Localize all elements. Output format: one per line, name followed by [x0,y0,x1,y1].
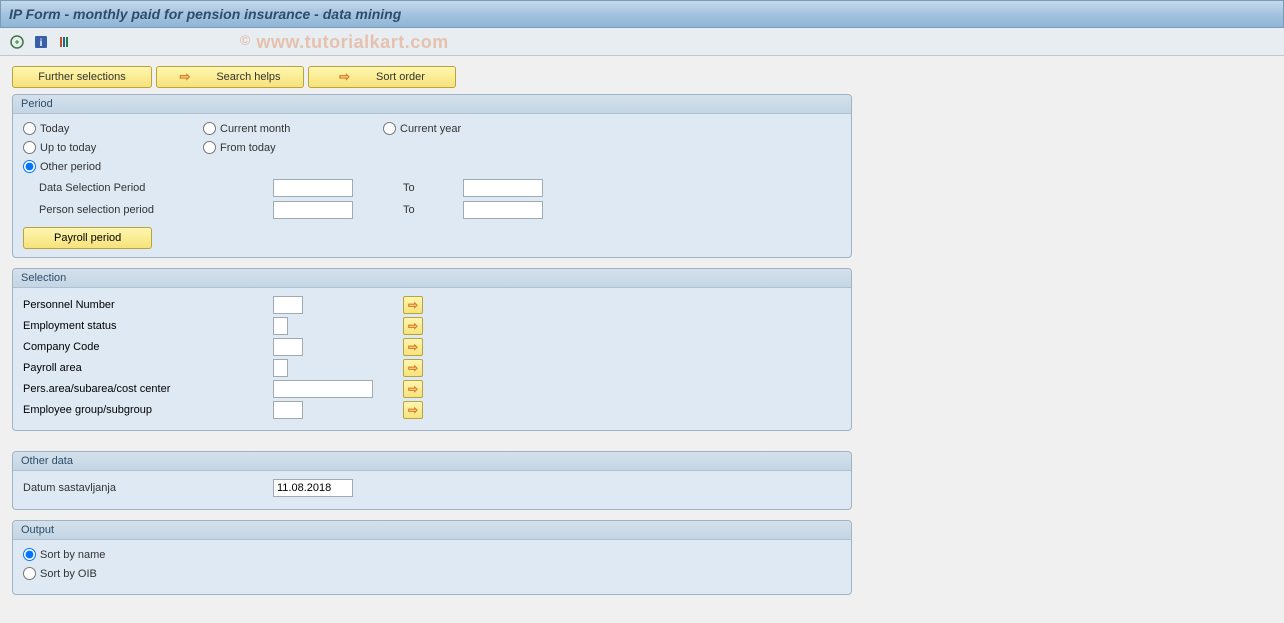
datum-input[interactable] [273,479,353,497]
employment-status-input[interactable] [273,317,288,335]
title-bar: IP Form - monthly paid for pension insur… [0,0,1284,28]
data-selection-from-input[interactable] [273,179,353,197]
data-selection-to-input[interactable] [463,179,543,197]
search-helps-button[interactable]: ⇨ Search helps [156,66,304,88]
multi-select-button[interactable]: ⇨ [403,338,423,356]
radio-other-period[interactable]: Other period [23,160,203,173]
payroll-area-label: Payroll area [23,362,273,374]
person-selection-from-input[interactable] [273,201,353,219]
pers-area-input[interactable] [273,380,373,398]
radio-current-month[interactable]: Current month [203,122,383,135]
payroll-area-input[interactable] [273,359,288,377]
arrow-right-icon: ⇨ [408,361,418,375]
svg-text:i: i [40,38,43,49]
radio-current-year[interactable]: Current year [383,122,563,135]
output-group: Output Sort by name Sort by OIB [12,520,852,595]
multi-select-button[interactable]: ⇨ [403,317,423,335]
arrow-right-icon: ⇨ [408,403,418,417]
selection-group: Selection Personnel Number ⇨ Employment … [12,268,852,431]
button-label: Further selections [38,71,125,83]
arrow-right-icon: ⇨ [408,298,418,312]
radio-sort-by-oib[interactable]: Sort by OIB [23,567,203,580]
multi-select-button[interactable]: ⇨ [403,380,423,398]
arrow-right-icon: ⇨ [408,340,418,354]
toolbar: i © www.tutorialkart.com [0,28,1284,56]
personnel-number-label: Personnel Number [23,299,273,311]
radio-today[interactable]: Today [23,122,203,135]
employee-group-label: Employee group/subgroup [23,404,273,416]
employment-status-label: Employment status [23,320,273,332]
group-title: Other data [13,452,851,471]
multi-select-button[interactable]: ⇨ [403,296,423,314]
personnel-number-input[interactable] [273,296,303,314]
company-code-input[interactable] [273,338,303,356]
group-title: Output [13,521,851,540]
to-label: To [403,182,463,194]
datum-label: Datum sastavljanja [23,482,273,494]
arrow-right-icon: ⇨ [408,382,418,396]
group-title: Selection [13,269,851,288]
main-content: Further selections ⇨ Search helps ⇨ Sort… [0,56,1284,615]
arrow-right-icon: ⇨ [179,69,190,85]
watermark: © www.tutorialkart.com [240,32,449,53]
page-title: IP Form - monthly paid for pension insur… [9,6,401,22]
to-label: To [403,204,463,216]
multi-select-button[interactable]: ⇨ [403,401,423,419]
arrow-right-icon: ⇨ [408,319,418,333]
employee-group-input[interactable] [273,401,303,419]
arrow-right-icon: ⇨ [339,69,350,85]
radio-up-to-today[interactable]: Up to today [23,141,203,154]
company-code-label: Company Code [23,341,273,353]
person-selection-period-label: Person selection period [23,204,273,216]
action-button-row: Further selections ⇨ Search helps ⇨ Sort… [12,66,1272,88]
list-icon[interactable] [56,33,74,51]
other-data-group: Other data Datum sastavljanja [12,451,852,510]
person-selection-to-input[interactable] [463,201,543,219]
radio-from-today[interactable]: From today [203,141,383,154]
data-selection-period-label: Data Selection Period [23,182,273,194]
pers-area-label: Pers.area/subarea/cost center [23,383,273,395]
period-group: Period Today Current month Current year … [12,94,852,258]
further-selections-button[interactable]: Further selections [12,66,152,88]
execute-icon[interactable] [8,33,26,51]
multi-select-button[interactable]: ⇨ [403,359,423,377]
button-label: Search helps [216,71,280,83]
sort-order-button[interactable]: ⇨ Sort order [308,66,456,88]
radio-sort-by-name[interactable]: Sort by name [23,548,203,561]
button-label: Sort order [376,71,425,83]
group-title: Period [13,95,851,114]
info-icon[interactable]: i [32,33,50,51]
payroll-period-button[interactable]: Payroll period [23,227,152,249]
